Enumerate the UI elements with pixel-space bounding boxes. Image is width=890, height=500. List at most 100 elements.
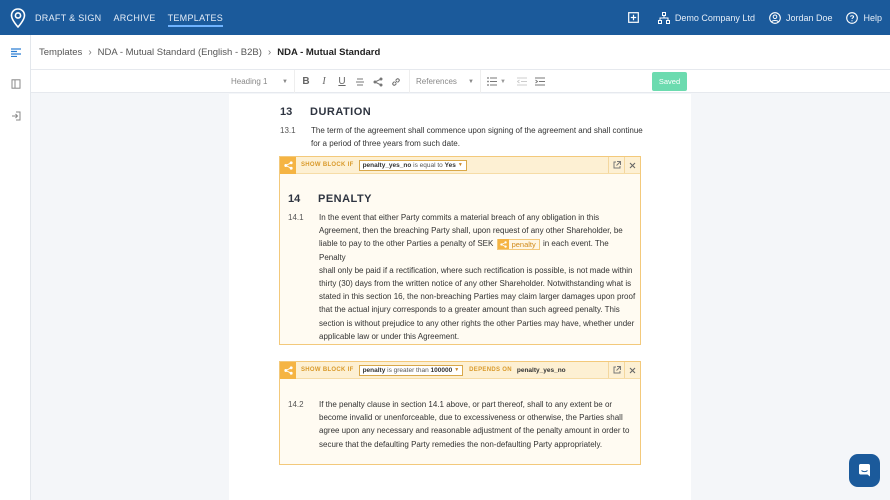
open-external-button[interactable] — [608, 362, 624, 378]
main-nav: DRAFT & SIGN ARCHIVE TEMPLATES — [35, 0, 223, 35]
outdent-icon[interactable] — [513, 70, 531, 93]
clause-line: section is without prejudice to any othe… — [319, 318, 635, 328]
remove-condition-button[interactable] — [624, 157, 640, 173]
depends-on-value: penalty_yes_no — [516, 366, 566, 374]
heading-style-value: Heading 1 — [231, 77, 268, 86]
editor-toolbar: Heading 1 ▼ B I U References ▼ ▼ Saved — [31, 70, 890, 93]
clause-line: that the actual injury corresponds to a … — [319, 305, 620, 315]
condition-variable: penalty_yes_no — [362, 161, 412, 169]
clause-line: If the penalty clause in section 14.1 ab… — [319, 400, 613, 409]
logo-pin-icon — [10, 7, 25, 28]
bold-icon[interactable]: B — [297, 70, 315, 93]
conditional-block-penalty[interactable]: SHOW BLOCK IF penalty_yes_no is equal to… — [279, 156, 641, 345]
clause-line: become invalid or unenforceable, due to … — [319, 413, 623, 423]
clause-line: for a period of three years from such da… — [311, 139, 460, 149]
close-icon — [629, 162, 636, 168]
variable-share-icon[interactable] — [369, 70, 387, 93]
sign-in-icon — [11, 111, 20, 121]
app-logo[interactable] — [0, 0, 35, 35]
chat-bubble-icon — [859, 464, 870, 477]
saved-status-badge: Saved — [652, 72, 687, 91]
condition-share-icon[interactable] — [280, 361, 296, 379]
condition-variable: penalty — [362, 366, 386, 374]
external-link-icon — [613, 161, 621, 169]
clause-14-1-text[interactable]: In the event that either Party commits a… — [319, 211, 637, 343]
chevron-right-icon: › — [267, 46, 272, 58]
breadcrumb-current: NDA - Mutual Standard — [277, 46, 381, 58]
clause-line: stated in this section 16, the non-breac… — [319, 292, 636, 302]
penalty-variable-chip[interactable]: penalty — [496, 238, 540, 250]
clause-line: Agreement, then the breaching Party shal… — [319, 226, 623, 236]
clause-line: shall only be paid if a rectification, w… — [319, 265, 633, 275]
clause-line: The term of the agreement shall commence… — [311, 126, 643, 135]
clause-13-1-text[interactable]: The term of the agreement shall commence… — [311, 124, 651, 150]
caret-down-icon: ▼ — [457, 162, 463, 168]
condition-bar: SHOW BLOCK IF penalty_yes_no is equal to… — [280, 156, 640, 174]
outline-toggle-button[interactable] — [0, 36, 31, 68]
caret-down-icon: ▼ — [282, 78, 288, 85]
external-link-icon — [613, 366, 621, 374]
clause-line: agree upon any necessary and reasonable … — [319, 426, 630, 436]
company-name: Demo Company Ltd — [674, 12, 755, 23]
condition-actions — [608, 157, 640, 173]
company-switcher[interactable]: Demo Company Ltd — [657, 11, 755, 24]
book-button[interactable] — [0, 68, 31, 100]
open-external-button[interactable] — [608, 157, 624, 173]
condition-value: 100000 — [430, 366, 453, 374]
breadcrumb-templates[interactable]: Templates — [39, 47, 82, 58]
breadcrumb-nda-template[interactable]: NDA - Mutual Standard (English - B2B) — [98, 47, 262, 58]
section-13-heading[interactable]: 13 DURATION — [280, 106, 371, 118]
references-select[interactable]: References ▼ — [409, 70, 481, 93]
top-navigation-bar: DRAFT & SIGN ARCHIVE TEMPLATES Demo Comp… — [0, 0, 890, 35]
chevron-right-icon: › — [88, 46, 92, 58]
strikethrough-icon[interactable] — [351, 70, 369, 93]
italic-icon[interactable]: I — [315, 70, 333, 93]
user-avatar-icon — [769, 11, 781, 24]
nav-templates[interactable]: TEMPLATES — [167, 0, 224, 35]
clause-14-2-text[interactable]: If the penalty clause in section 14.1 ab… — [319, 398, 637, 451]
align-left-icon — [10, 47, 21, 57]
condition-value: Yes — [444, 161, 456, 169]
show-block-if-label: SHOW BLOCK IF — [301, 367, 354, 373]
chat-launcher-button[interactable] — [849, 454, 880, 487]
help-button[interactable]: Help — [846, 11, 882, 24]
section-title: DURATION — [310, 106, 372, 118]
help-icon — [846, 11, 859, 24]
remove-condition-button[interactable] — [624, 362, 640, 378]
org-chart-icon — [657, 11, 670, 24]
import-button[interactable] — [0, 100, 31, 132]
underline-icon[interactable]: U — [333, 70, 351, 93]
caret-down-icon: ▼ — [454, 367, 460, 373]
condition-operator: is greater than — [387, 366, 429, 374]
clause-number: 14.1 — [288, 213, 304, 222]
user-menu[interactable]: Jordan Doe — [769, 11, 832, 24]
indent-icon[interactable] — [531, 70, 549, 93]
top-right-menu: Demo Company Ltd Jordan Doe Help — [614, 0, 882, 35]
condition-selector[interactable]: penalty is greater than 100000 ▼ — [358, 364, 464, 376]
close-icon — [629, 367, 636, 373]
section-number: 14 — [288, 193, 301, 205]
add-button[interactable] — [628, 12, 644, 23]
clause-number: 13.1 — [280, 126, 296, 135]
section-14-heading[interactable]: 14 PENALTY — [288, 193, 372, 205]
clause-number: 14.2 — [288, 400, 304, 409]
clause-line: thirty (30) days from the written notice… — [319, 279, 632, 289]
list-caret-down-icon[interactable]: ▼ — [498, 70, 508, 93]
link-icon[interactable] — [387, 70, 405, 93]
nav-archive[interactable]: ARCHIVE — [113, 0, 155, 35]
depends-on-label: DEPENDS ON — [469, 367, 512, 373]
section-number: 13 — [280, 106, 293, 118]
conditional-block-penalty-adjustment[interactable]: SHOW BLOCK IF penalty is greater than 10… — [279, 361, 641, 465]
left-rail — [0, 35, 31, 500]
condition-selector[interactable]: penalty_yes_no is equal to Yes ▼ — [358, 159, 467, 171]
condition-actions — [608, 362, 640, 378]
nav-draft-sign[interactable]: DRAFT & SIGN — [35, 0, 101, 35]
book-icon — [11, 79, 20, 89]
section-title: PENALTY — [318, 193, 373, 205]
references-value: References — [416, 77, 457, 86]
condition-share-icon[interactable] — [280, 156, 296, 174]
heading-style-select[interactable]: Heading 1 ▼ — [225, 70, 295, 93]
help-label: Help — [863, 12, 882, 23]
clause-line: liable to pay to the other Parties a pen… — [319, 237, 637, 263]
clause-line: In the event that either Party commits a… — [319, 213, 600, 222]
